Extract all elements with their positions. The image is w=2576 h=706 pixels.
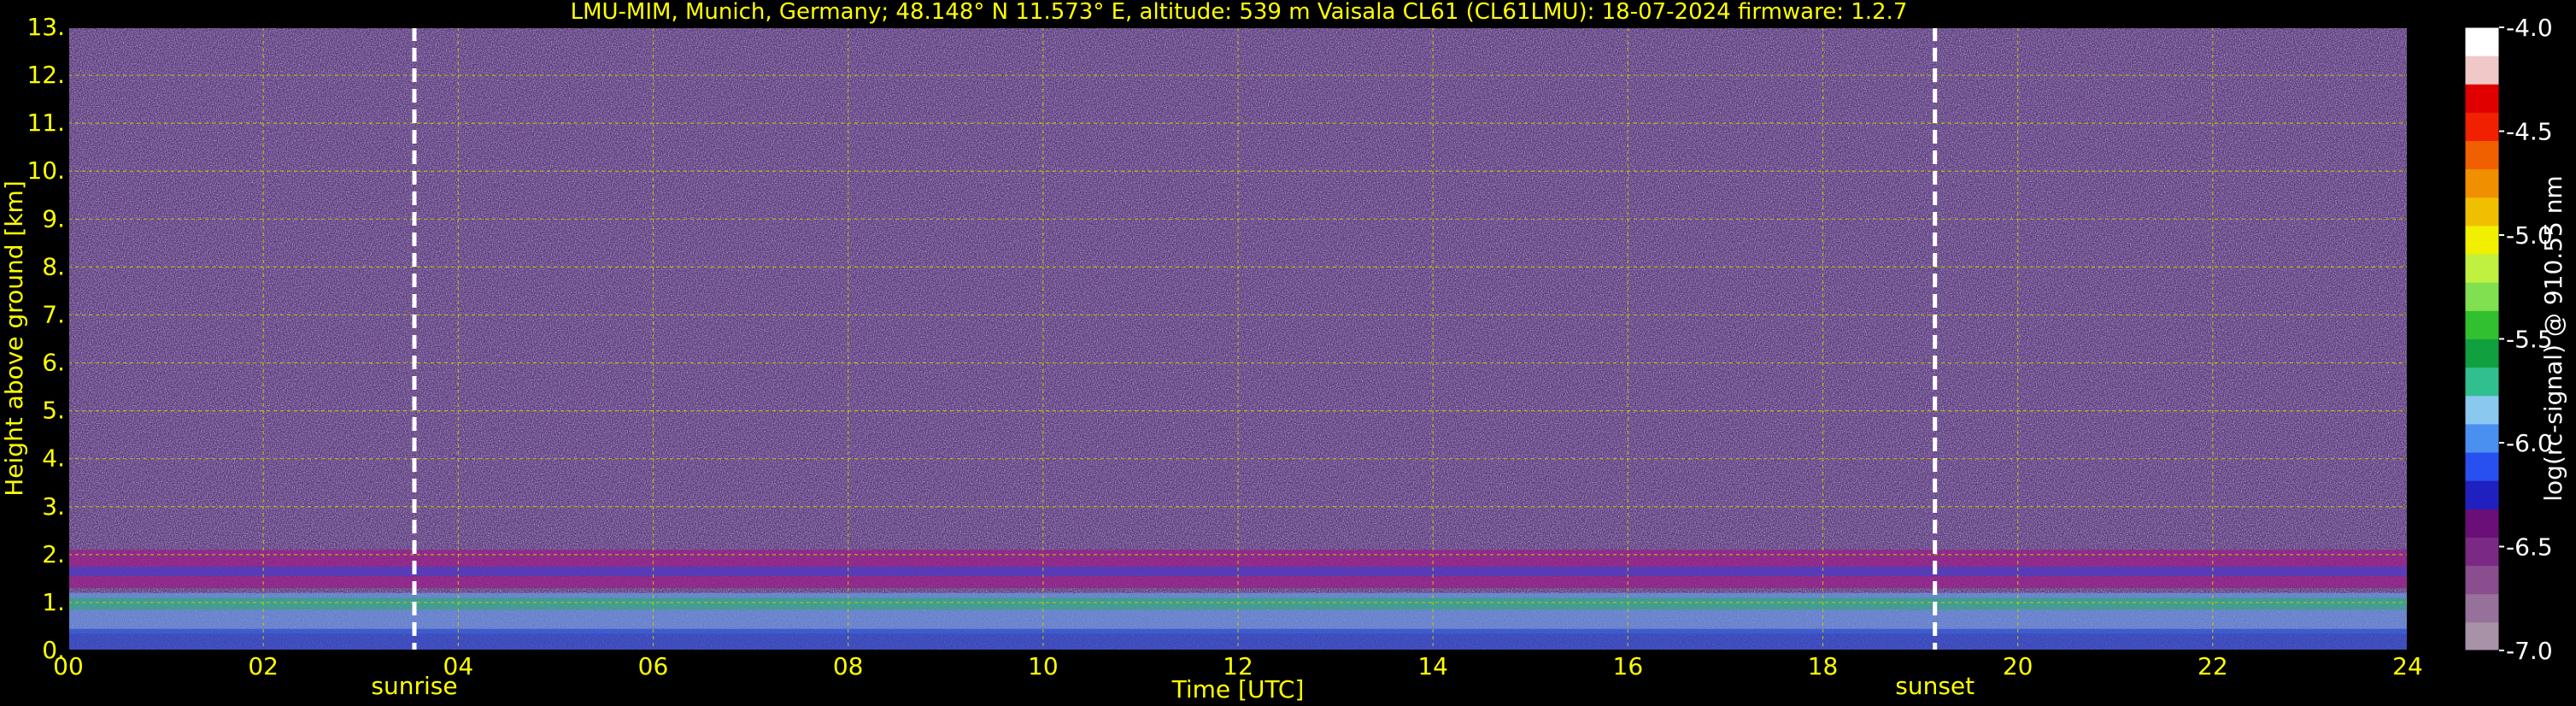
y-tick-label: 6. bbox=[42, 349, 65, 377]
colorbar-tick-label: -7.0 bbox=[2506, 637, 2553, 665]
x-tick-label: 24 bbox=[2392, 652, 2423, 680]
x-tick-label: 08 bbox=[833, 652, 864, 680]
colorbar-segment bbox=[2465, 537, 2499, 567]
colorbar bbox=[2464, 26, 2500, 651]
boundary-layer-bands bbox=[68, 550, 2408, 650]
colorbar-tick-label: -6.5 bbox=[2506, 533, 2553, 562]
x-tick-label: 06 bbox=[638, 652, 669, 680]
x-tick-label: 14 bbox=[1417, 652, 1448, 680]
colorbar-label: log(rc-signal) @ 910.55 nm bbox=[2539, 175, 2567, 501]
y-tick-labels: 0. 1. 2. 3. 4. 5. 6. 7. 8. 9. 10. 11. 12. 13. bbox=[26, 13, 65, 664]
y-tick-label: 13. bbox=[26, 13, 65, 41]
colorbar-segment bbox=[2465, 282, 2499, 311]
y-tick-label: 5. bbox=[42, 397, 65, 425]
ceilometer-chart: 00 02 04 06 08 10 12 14 16 18 20 22 24 0.1.2.3.4.5.6… bbox=[0, 0, 2567, 703]
y-tick-label: 8. bbox=[42, 252, 65, 280]
colorbar-segment bbox=[2465, 254, 2499, 283]
colorbar-segment bbox=[2465, 140, 2499, 170]
y-tick-label: 3. bbox=[42, 492, 65, 521]
colorbar-segment bbox=[2465, 338, 2499, 368]
y-tick-label: 4. bbox=[42, 444, 65, 473]
y-tick-label: 0. bbox=[42, 636, 65, 664]
colorbar-segment bbox=[2465, 84, 2499, 113]
x-tick-label: 18 bbox=[1808, 652, 1839, 680]
y-tick-label: 12. bbox=[26, 61, 65, 89]
colorbar-segment bbox=[2465, 480, 2499, 509]
colorbar-segment bbox=[2465, 197, 2499, 227]
x-tick-label: 20 bbox=[2003, 652, 2033, 680]
y-tick-label: 9. bbox=[42, 204, 65, 232]
colorbar-tick-label: -4.5 bbox=[2506, 118, 2553, 146]
colorbar-segment bbox=[2465, 621, 2499, 651]
x-tick-label: 10 bbox=[1028, 652, 1059, 680]
colorbar-segment bbox=[2465, 395, 2499, 425]
x-tick-label: 16 bbox=[1613, 652, 1644, 680]
colorbar-segment bbox=[2465, 225, 2499, 255]
event-label: sunrise bbox=[371, 672, 457, 700]
colorbar-segment bbox=[2465, 168, 2499, 198]
colorbar-segment bbox=[2465, 310, 2499, 339]
colorbar-segment bbox=[2465, 27, 2499, 56]
colorbar-segment bbox=[2465, 423, 2499, 453]
colorbar-segment bbox=[2465, 565, 2499, 595]
y-tick-label: 7. bbox=[42, 300, 65, 328]
x-tick-label: 22 bbox=[2198, 652, 2228, 680]
y-tick-label: 2. bbox=[42, 540, 65, 568]
x-axis-label: Time [UTC] bbox=[1171, 675, 1305, 703]
colorbar-segment bbox=[2465, 367, 2499, 397]
colorbar-segment bbox=[2465, 593, 2499, 623]
event-label: sunset bbox=[1895, 672, 1975, 700]
chart-title: LMU-MIM, Munich, Germany; 48.148° N 11.5… bbox=[571, 0, 1908, 25]
x-tick-label: 02 bbox=[248, 652, 279, 680]
y-axis-label: Height above ground [km] bbox=[0, 180, 28, 497]
colorbar-tick-label: -4.0 bbox=[2506, 14, 2553, 42]
colorbar-segment bbox=[2465, 509, 2499, 538]
y-tick-label: 1. bbox=[42, 588, 65, 616]
colorbar-segment bbox=[2465, 112, 2499, 142]
colorbar-segment bbox=[2465, 452, 2499, 481]
y-tick-label: 11. bbox=[26, 109, 65, 137]
colorbar-segment bbox=[2465, 56, 2499, 85]
y-tick-label: 10. bbox=[26, 156, 65, 185]
